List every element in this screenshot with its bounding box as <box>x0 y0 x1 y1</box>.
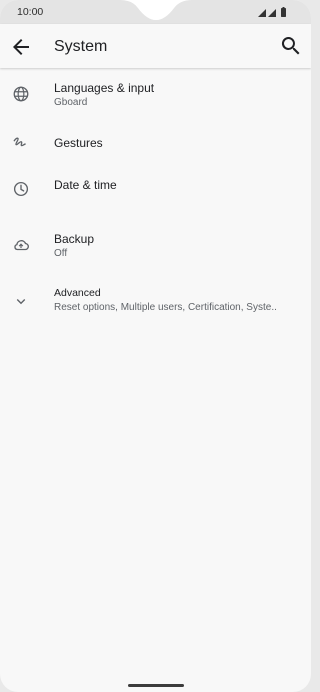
clock-icon <box>13 181 29 197</box>
list-item-date-time[interactable]: Date & time <box>0 168 311 214</box>
cloud-upload-icon <box>14 240 29 251</box>
item-label: Languages & input <box>54 81 155 95</box>
gesture-nav-handle[interactable] <box>128 684 184 687</box>
list-item-languages[interactable]: Languages & input Gboard <box>0 68 311 118</box>
item-subtitle: Gboard <box>54 97 88 108</box>
arrow-back-icon[interactable] <box>9 35 33 59</box>
status-bar: 10:00 <box>0 0 311 24</box>
item-label: Date & time <box>54 178 117 192</box>
list-item-advanced[interactable]: Advanced Reset options, Multiple users, … <box>0 280 311 326</box>
globe-icon <box>13 86 29 102</box>
list-item-backup[interactable]: Backup Off <box>0 222 311 268</box>
page-title: System <box>54 38 108 55</box>
list-item-gestures[interactable]: Gestures <box>0 120 311 166</box>
item-label: Gestures <box>54 136 103 150</box>
item-subtitle: Reset options, Multiple users, Certifica… <box>54 302 277 313</box>
signal-battery-icons <box>258 7 286 17</box>
search-icon[interactable] <box>279 34 303 58</box>
item-label: Backup <box>54 232 95 246</box>
status-time: 10:00 <box>17 6 44 18</box>
phone-screen: 10:00 System Languages & input Gboard Ge… <box>0 0 311 692</box>
app-bar: System <box>0 24 311 68</box>
item-subtitle: Off <box>54 248 68 259</box>
chevron-down-icon <box>16 299 26 305</box>
camera-notch <box>120 0 192 20</box>
gesture-icon <box>13 137 26 147</box>
item-label: Advanced <box>54 287 101 299</box>
